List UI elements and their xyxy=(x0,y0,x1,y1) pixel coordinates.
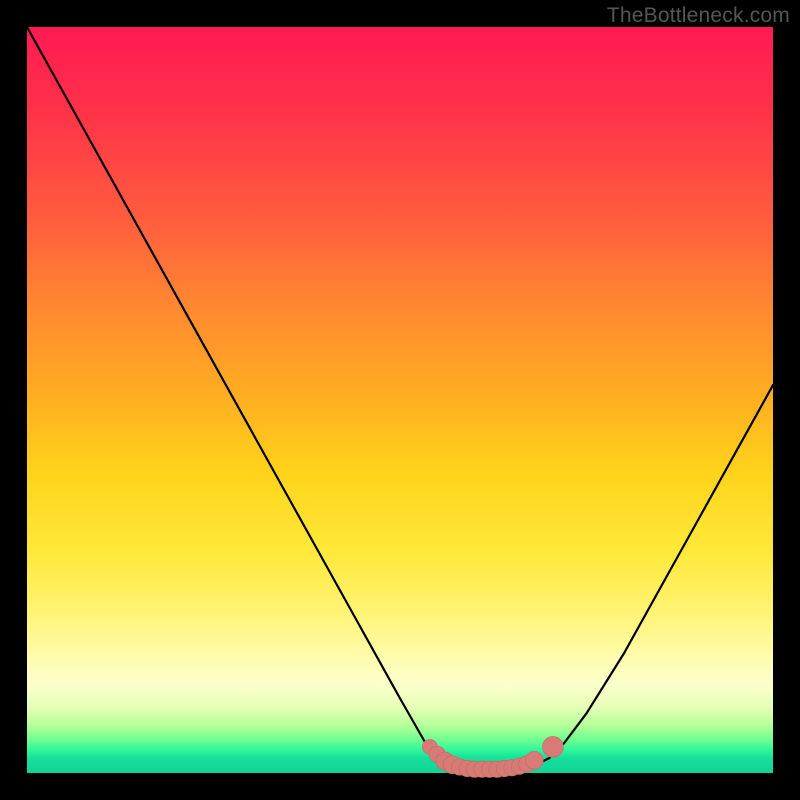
curve-marker xyxy=(542,736,563,757)
chart-frame: TheBottleneck.com xyxy=(0,0,800,800)
watermark-text: TheBottleneck.com xyxy=(607,4,790,28)
curve-markers xyxy=(422,736,563,777)
curve-overlay xyxy=(27,27,773,773)
curve-marker xyxy=(525,751,543,769)
bottleneck-curve xyxy=(27,27,773,771)
